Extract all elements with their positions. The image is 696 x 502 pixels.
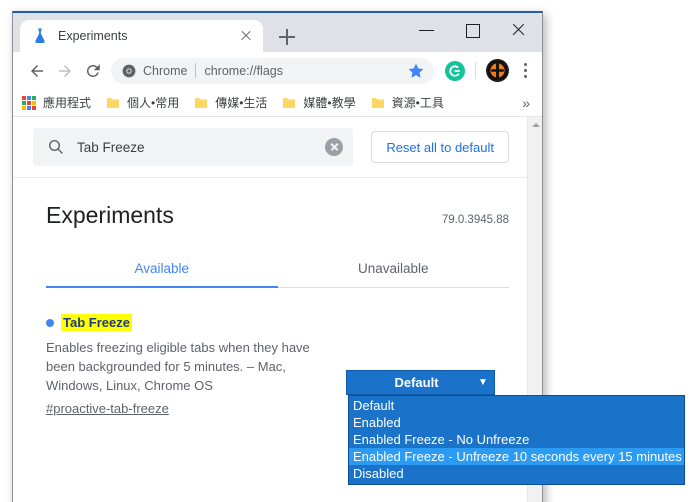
tab-title: Experiments [58,29,128,43]
reload-icon[interactable] [79,57,107,85]
omnibox-separator [195,63,197,78]
bookmark-apps[interactable]: 應用程式 [22,94,91,111]
bookmark-label: 資源•工具 [391,96,444,110]
omnibox[interactable]: Chrome chrome://flags [111,57,434,84]
folder-icon [195,97,208,108]
bookmark-label: 媒體•教學 [303,96,356,110]
bookmark-label: 個人•常用 [127,96,180,110]
flag-anchor-link[interactable]: #proactive-tab-freeze [46,401,169,416]
bookmarks-bar: 應用程式 個人•常用 傳媒•生活 媒體•教學 資源•工具 » [13,89,542,117]
bookmark-folder-2[interactable]: 傳媒•生活 [193,94,267,111]
tab-strip: Experiments [13,13,542,52]
tab-close-icon[interactable] [237,27,255,45]
beaker-icon [35,28,45,43]
version-label: 79.0.3945.88 [441,214,509,226]
folder-icon [107,97,120,108]
chrome-logo-icon [122,64,136,77]
bookmark-label: 應用程式 [43,96,92,110]
avatar[interactable] [485,58,510,83]
maximize-icon[interactable] [450,13,496,46]
reset-all-to-default-button[interactable]: Reset all to default [371,131,509,163]
search-input-value: Tab Freeze [77,139,145,155]
forward-arrow-icon[interactable] [51,57,79,85]
heading-row: Experiments 79.0.3945.88 [13,178,527,229]
search-icon [48,139,63,154]
bookmark-folder-4[interactable]: 資源•工具 [370,94,444,111]
flags-tabs: Available Unavailable [46,253,509,288]
select-option-enabled-freeze-unfreeze[interactable]: Enabled Freeze - Unfreeze 10 seconds eve… [349,448,684,465]
scroll-up-arrow-icon[interactable] [528,117,542,132]
grammarly-icon[interactable] [443,59,467,83]
window-controls [404,13,542,46]
tab-available[interactable]: Available [46,253,278,288]
three-dot-menu-icon[interactable] [514,58,536,83]
scrollbar-thumb[interactable] [529,133,542,169]
select-option-enabled[interactable]: Enabled [349,414,684,431]
apps-grid-icon [22,95,36,110]
flag-title: Tab Freeze [61,314,132,331]
bookmark-label: 傳媒•生活 [215,96,268,110]
bookmark-folder-1[interactable]: 個人•常用 [105,94,179,111]
browser-toolbar: Chrome chrome://flags [13,52,542,89]
flag-description: Enables freezing eligible tabs when they… [46,340,310,393]
bookmarks-overflow-icon[interactable]: » [522,95,534,111]
new-tab-button[interactable] [275,25,299,49]
omnibox-scheme-label: Chrome [143,63,188,78]
folder-icon [283,97,296,108]
blue-status-dot-icon [46,318,54,327]
flag-select-dropdown[interactable]: Default Enabled Enabled Freeze - No Unfr… [348,395,685,485]
star-icon[interactable] [405,60,427,82]
flag-title-row: Tab Freeze [46,314,527,331]
tab-unavailable[interactable]: Unavailable [278,253,510,287]
page-title: Experiments [46,202,174,228]
select-option-disabled[interactable]: Disabled [349,465,684,482]
toolbar-separator [475,62,476,79]
close-icon[interactable] [496,13,542,46]
minimize-icon[interactable] [404,13,450,46]
clear-circle-icon[interactable] [325,138,344,156]
flag-select-button[interactable]: Default ▼ [346,370,495,395]
browser-tab-experiments[interactable]: Experiments [20,20,263,52]
select-option-default[interactable]: Default [349,397,684,414]
bookmark-folder-3[interactable]: 媒體•教學 [281,94,356,111]
flag-select-value: Default [394,375,439,390]
back-arrow-icon[interactable] [23,57,51,85]
search-row: Tab Freeze Reset all to default [13,117,527,178]
omnibox-url-text: chrome://flags [204,63,283,78]
folder-icon [371,97,384,108]
search-input[interactable]: Tab Freeze [33,128,354,166]
select-option-enabled-freeze-no-unfreeze[interactable]: Enabled Freeze - No Unfreeze [349,431,684,448]
chevron-down-icon: ▼ [478,376,488,388]
screen: Experiments Chrome chrome://flags 應用程式 個… [0,0,696,502]
